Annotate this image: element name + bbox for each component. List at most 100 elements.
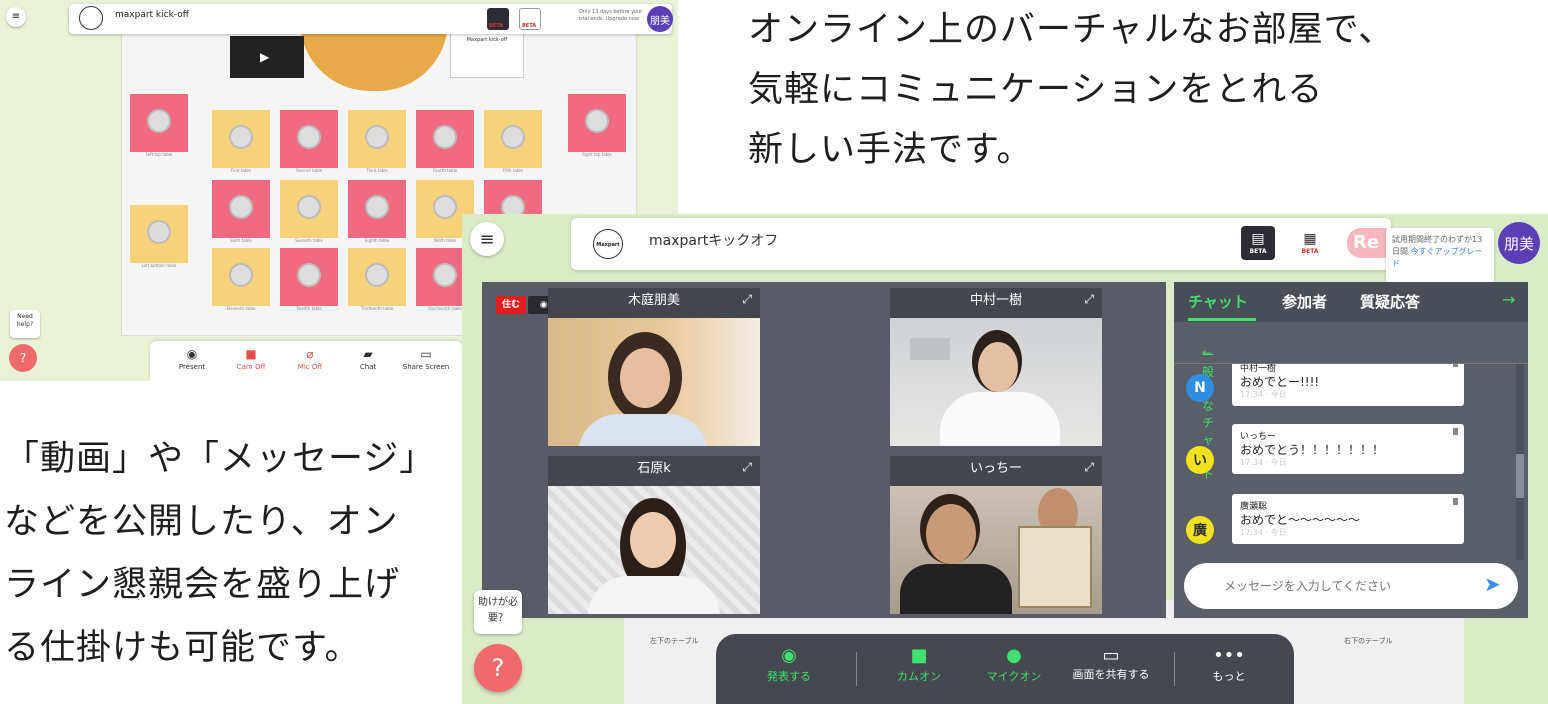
table[interactable] xyxy=(280,248,338,306)
participant-face xyxy=(620,348,670,408)
video-tile[interactable]: 中村一樹 ⤢ xyxy=(890,288,1102,446)
table-center xyxy=(229,125,253,149)
chat-scrollbar[interactable] xyxy=(1516,364,1524,560)
menu-icon[interactable]: ≡ xyxy=(6,7,26,27)
toolbar-divider xyxy=(856,652,857,686)
help-button[interactable]: ? xyxy=(9,344,37,372)
message-text: おめでとう！！！！！！！ xyxy=(1240,443,1385,457)
table-center xyxy=(501,125,525,149)
whiteboard[interactable]: Maxpart kick-off xyxy=(450,32,524,78)
table-label: Thirteenth table xyxy=(360,306,394,311)
cam-on-button[interactable]: ■ カムオン xyxy=(874,644,964,684)
trial-notice[interactable]: Only 13 days before your trial ends. Upg… xyxy=(579,9,643,23)
bottom-toolbar: ◉ Present ■ Cam Off ⌀ Mic Off ▰ Chat ▭ S… xyxy=(150,341,462,381)
video-tile[interactable]: いっちー ⤢ xyxy=(890,456,1102,614)
mic-icon: ● xyxy=(1006,645,1022,666)
table-center xyxy=(229,195,253,219)
mic-on-button[interactable]: ● マイクオン xyxy=(969,644,1059,684)
fullscreen-icon[interactable]: ⤢ xyxy=(1084,292,1094,307)
tab-chat[interactable]: チャット xyxy=(1188,291,1248,312)
message-list[interactable]: N 中村一樹 おめでとー!!!! 17:34 · 今日 い いっちー おめでとう… xyxy=(1174,364,1516,560)
table[interactable] xyxy=(280,180,338,238)
marketing-line: 新しい手法です。 xyxy=(748,130,1033,170)
tab-participants[interactable]: 参加者 xyxy=(1282,291,1327,312)
table-label: Right top table xyxy=(582,152,612,157)
send-icon[interactable]: ➤ xyxy=(1484,572,1501,596)
table-label: Left bottom table xyxy=(141,263,177,268)
delete-icon[interactable] xyxy=(1453,364,1458,367)
more-button[interactable]: ••• もっと xyxy=(1184,644,1274,684)
message-text: おめでと〜〜〜〜〜〜 xyxy=(1240,513,1361,527)
avatar[interactable]: 朋美 xyxy=(1498,222,1540,264)
table[interactable] xyxy=(280,110,338,168)
share-screen-button[interactable]: ▭ 画面を共有する xyxy=(1066,644,1156,682)
chat-channel[interactable]: ← 一般的なチャット xyxy=(1174,322,1528,481)
present-label: 発表する xyxy=(767,670,811,683)
marketing-line: ライン懇親会を盛り上げ xyxy=(4,565,401,605)
table[interactable] xyxy=(130,94,188,152)
fullscreen-icon[interactable]: ⤢ xyxy=(742,460,752,475)
cam-off-button[interactable]: ■ Cam Off xyxy=(223,347,279,371)
table[interactable] xyxy=(348,180,406,238)
menu-icon[interactable]: ≡ xyxy=(470,222,504,256)
table[interactable] xyxy=(416,110,474,168)
message-avatar: 廣 xyxy=(1186,516,1214,544)
table[interactable] xyxy=(212,180,270,238)
fullscreen-icon[interactable]: ⤢ xyxy=(742,292,752,307)
participant-body xyxy=(588,576,720,614)
video-tile[interactable]: 石原k ⤢ xyxy=(548,456,760,614)
cam-label: Cam Off xyxy=(236,363,266,371)
tab-qa[interactable]: 質疑応答 xyxy=(1360,291,1420,312)
table[interactable] xyxy=(212,110,270,168)
beta-badge: BETA xyxy=(522,23,537,29)
table[interactable] xyxy=(348,110,406,168)
table[interactable] xyxy=(212,248,270,306)
calendar-button[interactable]: ▦ BETA xyxy=(1293,226,1327,260)
table-center xyxy=(297,195,321,219)
avatar[interactable]: 朋美 xyxy=(647,6,673,32)
video-grid: 住む ◉ 6 木庭朋美 ⤢ 中村一樹 ⤢ xyxy=(482,282,1166,618)
share-label: Share Screen xyxy=(402,363,450,371)
monitor-icon: ▭ xyxy=(1102,645,1120,666)
marketing-line: 気軽にコミュニケーションをとれる xyxy=(748,70,1324,110)
fullscreen-icon[interactable]: ⤢ xyxy=(1084,460,1094,475)
present-icon: ◉ xyxy=(186,347,198,361)
top-bar: maxpart kick-off BETA BETA Only 13 days … xyxy=(69,4,673,34)
monitor-icon: ▭ xyxy=(420,347,432,361)
present-button[interactable]: ◉ 発表する xyxy=(744,644,834,684)
participant-face xyxy=(926,504,976,564)
participant-face xyxy=(978,342,1018,392)
video-tile[interactable]: 木庭朋美 ⤢ xyxy=(548,288,760,446)
table-label: Sixth table xyxy=(230,238,252,243)
table-center xyxy=(147,220,171,244)
clapper-button[interactable]: ▤ BETA xyxy=(1241,226,1275,260)
logo: Maxpart xyxy=(593,229,623,259)
present-button[interactable]: ◉ Present xyxy=(164,347,220,371)
mic-off-button[interactable]: ⌀ Mic Off xyxy=(282,347,338,371)
message-composer: ➤ xyxy=(1184,563,1518,609)
delete-icon[interactable] xyxy=(1453,498,1458,505)
present-icon: ◉ xyxy=(781,645,797,666)
video-screen[interactable]: ▶ xyxy=(230,36,304,78)
mic-label: マイクオン xyxy=(986,670,1042,683)
table[interactable] xyxy=(130,205,188,263)
table[interactable] xyxy=(484,110,542,168)
scrollbar-thumb[interactable] xyxy=(1516,454,1524,498)
help-button[interactable]: ? xyxy=(474,644,522,692)
table-center xyxy=(433,263,457,287)
table-center xyxy=(365,125,389,149)
table[interactable] xyxy=(348,248,406,306)
chat-button[interactable]: ▰ Chat xyxy=(340,347,396,371)
share-screen-button[interactable]: ▭ Share Screen xyxy=(398,347,454,371)
trial-notice[interactable]: 試用期間終了のわずか13日間 今すぐアップグレード xyxy=(1386,228,1494,284)
collapse-arrow-icon[interactable]: → xyxy=(1502,290,1515,309)
table-center xyxy=(433,125,457,149)
play-icon[interactable]: ▶ xyxy=(260,50,269,64)
message-time: 17:34 · 今日 xyxy=(1240,390,1287,399)
table[interactable] xyxy=(568,94,626,152)
message-input[interactable] xyxy=(1224,575,1474,597)
delete-icon[interactable] xyxy=(1453,428,1458,435)
floor-table-label: 左下のテーブル xyxy=(650,637,699,645)
active-tab-indicator xyxy=(1188,318,1256,321)
message-avatar: N xyxy=(1186,374,1214,402)
